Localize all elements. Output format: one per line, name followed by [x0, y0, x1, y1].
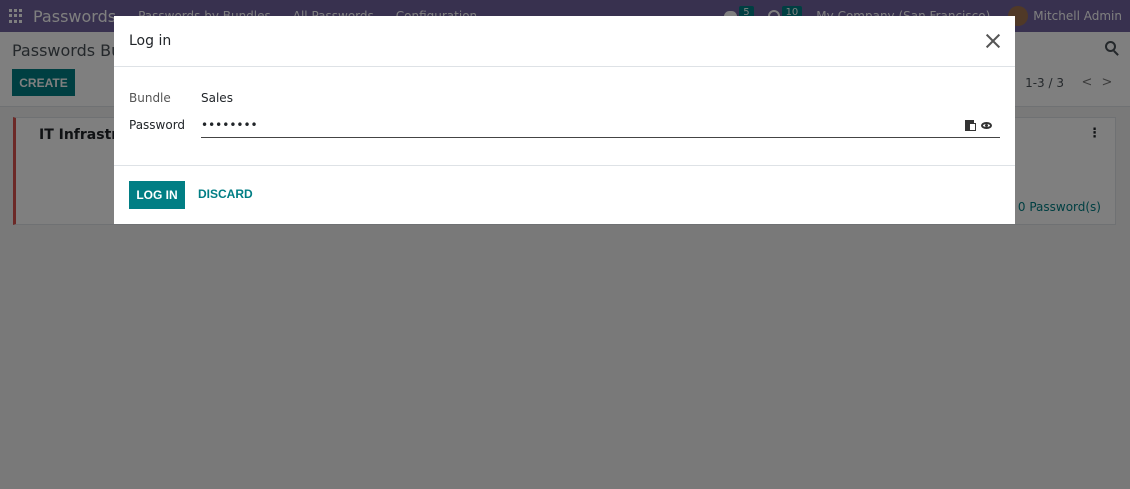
password-label: Password — [129, 118, 186, 132]
login-button[interactable]: LOG IN — [129, 181, 185, 209]
dialog-title: Log in — [129, 33, 172, 49]
discard-button[interactable]: DISCARD — [198, 187, 253, 201]
login-dialog: Log in Bundle Sales Password •••••••• LO… — [114, 16, 1015, 224]
bundle-row: Bundle Sales — [129, 91, 233, 105]
dialog-header: Log in — [114, 16, 1015, 67]
password-value: •••••••• — [201, 118, 258, 132]
password-row: Password •••••••• — [129, 118, 1000, 138]
copy-icon[interactable] — [965, 120, 976, 131]
eye-icon[interactable] — [981, 122, 992, 129]
dialog-footer: LOG IN DISCARD — [114, 166, 1015, 224]
bundle-value: Sales — [201, 91, 233, 105]
password-input[interactable]: •••••••• — [201, 118, 1000, 138]
bundle-label: Bundle — [129, 91, 171, 105]
dialog-body: Bundle Sales Password •••••••• — [114, 67, 1015, 166]
close-icon[interactable] — [983, 31, 1003, 51]
